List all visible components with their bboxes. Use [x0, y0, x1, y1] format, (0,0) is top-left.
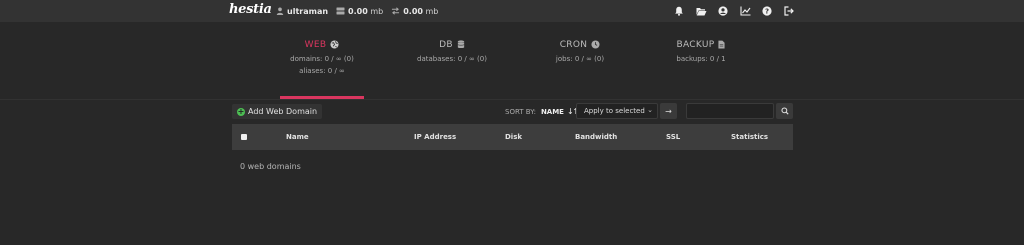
tab-web-title-row: WEB	[280, 36, 364, 53]
tab-cron-title-row: CRON	[538, 36, 622, 53]
bell-icon[interactable]	[668, 0, 690, 22]
tab-db-databases: databases: 0 / ∞ (0)	[417, 55, 487, 63]
tabs-divider	[0, 99, 1024, 100]
bandwidth-usage: 0.00 mb	[391, 7, 438, 16]
apply-bulk-action-button[interactable]: →	[660, 103, 677, 119]
bandwidth-usage-unit: mb	[425, 6, 439, 16]
column-header-disk[interactable]: Disk	[505, 133, 522, 141]
disk-usage: 0.00 mb	[336, 7, 383, 16]
column-header-ssl[interactable]: SSL	[666, 133, 680, 141]
chart-line-icon[interactable]	[734, 0, 756, 22]
arrow-right-icon: →	[665, 106, 672, 116]
search-button[interactable]	[776, 103, 793, 119]
chevron-down-icon: ⌄	[647, 106, 653, 114]
user-account[interactable]: ultraman	[276, 7, 328, 16]
tab-web-title: WEB	[304, 39, 327, 50]
clock-icon	[591, 40, 600, 49]
logout-icon[interactable]	[778, 0, 800, 22]
bulk-action-select[interactable]: Apply to selected ⌄	[576, 103, 658, 119]
tab-db-title: DB	[439, 39, 453, 50]
sort-by-control[interactable]: SORT BY: NAME ↓⇅	[505, 104, 580, 119]
add-circle-icon: +	[237, 106, 245, 116]
tab-backup[interactable]: BACKUP backups: 0 / 1	[659, 36, 743, 99]
tab-backup-title-row: BACKUP	[659, 36, 743, 53]
tab-backup-title: BACKUP	[676, 39, 715, 50]
column-header-ip-address[interactable]: IP Address	[414, 133, 456, 141]
domains-table-header: Name IP Address Disk Bandwidth SSL Stati…	[232, 124, 793, 150]
username: ultraman	[287, 6, 329, 16]
database-icon	[457, 40, 465, 49]
module-tabs: WEB domains: 0 / ∞ (0) aliases: 0 / ∞ DB…	[280, 36, 760, 99]
search-input[interactable]	[686, 103, 774, 119]
add-web-domain-button[interactable]: + Add Web Domain	[232, 104, 323, 119]
sort-by-label: SORT BY:	[505, 107, 536, 116]
user-stats: ultraman 0.00 mb 0.00 mb	[276, 0, 446, 22]
disk-usage-unit: mb	[370, 6, 384, 16]
tab-web-domains: domains: 0 / ∞ (0)	[290, 55, 354, 63]
user-circle-icon[interactable]	[712, 0, 734, 22]
folder-open-icon[interactable]	[690, 0, 712, 22]
empty-domains-note: 0 web domains	[240, 162, 301, 171]
help-icon[interactable]: ?	[756, 0, 778, 22]
transfer-icon	[392, 7, 400, 15]
tab-cron-jobs: jobs: 0 / ∞ (0)	[555, 55, 605, 63]
add-web-domain-label: Add Web Domain	[248, 107, 318, 116]
select-all-checkbox[interactable]	[241, 134, 247, 140]
bandwidth-usage-value: 0.00	[403, 6, 423, 16]
user-icon	[276, 7, 284, 15]
tab-db-title-row: DB	[410, 36, 494, 53]
column-header-statistics[interactable]: Statistics	[731, 133, 768, 141]
search-icon	[780, 107, 789, 115]
tab-web[interactable]: WEB domains: 0 / ∞ (0) aliases: 0 / ∞	[280, 36, 364, 99]
bulk-action-value: Apply to selected	[584, 107, 645, 115]
globe-icon	[330, 40, 339, 49]
tab-cron[interactable]: CRON jobs: 0 / ∞ (0)	[538, 36, 622, 99]
svg-text:?: ?	[765, 7, 769, 15]
hestia-logo[interactable]: hestia	[229, 2, 272, 20]
disk-usage-value: 0.00	[348, 6, 368, 16]
disk-icon	[336, 7, 345, 15]
tab-web-aliases: aliases: 0 / ∞	[299, 67, 345, 75]
sort-by-value: NAME	[540, 107, 564, 116]
column-header-name[interactable]: Name	[286, 133, 309, 141]
tab-db[interactable]: DB databases: 0 / ∞ (0)	[410, 36, 494, 99]
file-icon	[718, 40, 726, 49]
tab-backup-backups: backups: 0 / 1	[676, 55, 726, 63]
top-bar: hestia ultraman 0.00 mb 0.00 mb ?	[0, 0, 1024, 22]
column-header-bandwidth[interactable]: Bandwidth	[575, 133, 617, 141]
top-icons: ?	[668, 0, 800, 22]
tab-cron-title: CRON	[559, 39, 588, 50]
